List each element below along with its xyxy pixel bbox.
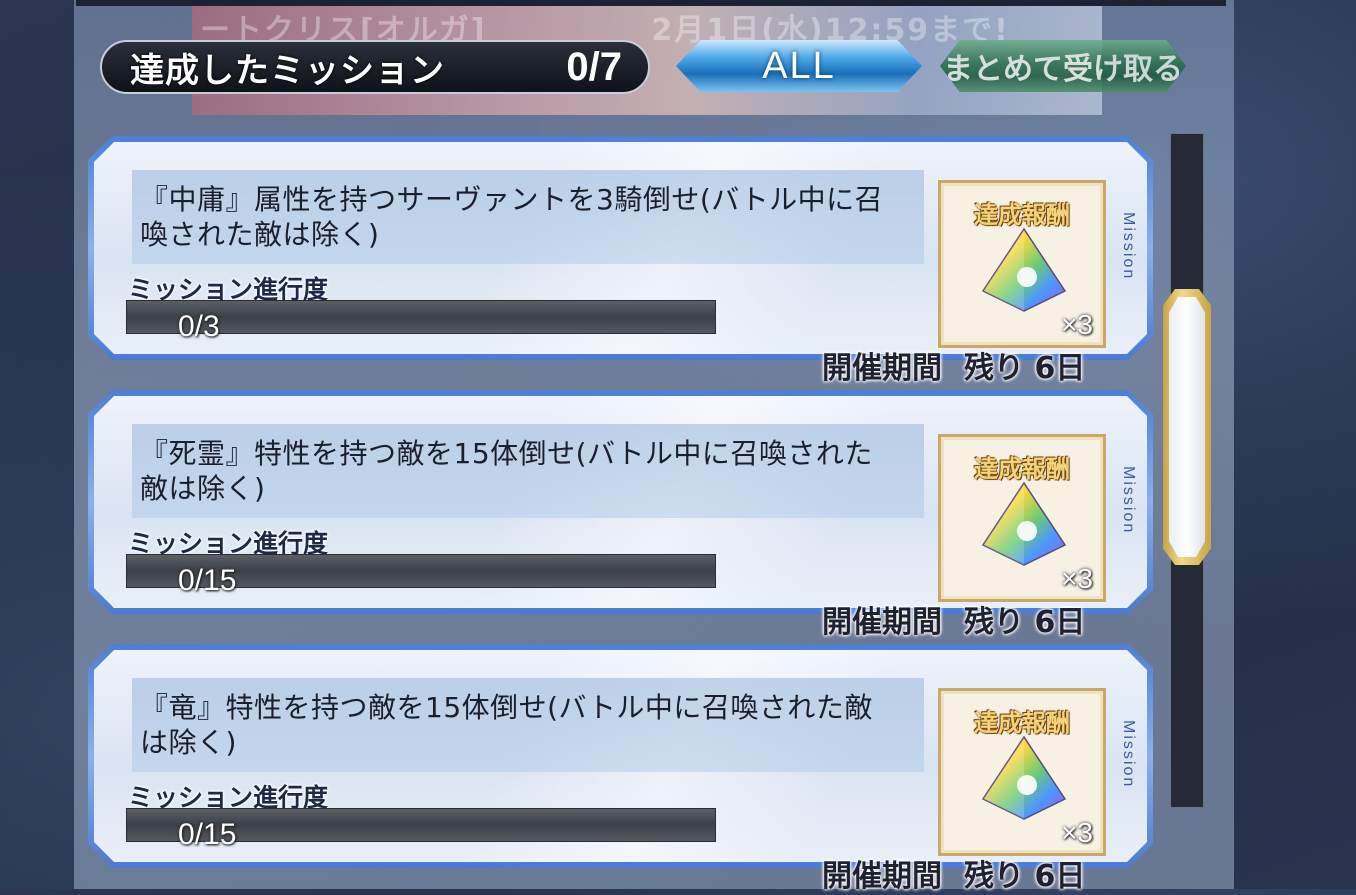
mission-card[interactable]: 『中庸』属性を持つサーヴァントを3騎倒せ(バトル中に召喚された敵は除く) ミッシ…: [88, 136, 1153, 360]
period-label: 開催期間: [822, 605, 942, 640]
mission-side-tab: Mission: [1120, 720, 1137, 789]
mission-period: 開催期間 残り 6日: [822, 851, 1085, 895]
page-dot: [700, 120, 718, 134]
receive-all-button[interactable]: まとめて受け取る: [940, 40, 1186, 92]
mission-card-body: 『死霊』特性を持つ敵を15体倒せ(バトル中に召喚された敵は除く) ミッション進行…: [94, 396, 1147, 608]
saint-quartz-icon: [981, 227, 1067, 312]
mission-card-body: 『竜』特性を持つ敵を15体倒せ(バトル中に召喚された敵は除く) ミッション進行度…: [94, 650, 1147, 862]
saint-quartz-icon: [981, 481, 1067, 566]
period-remaining: 残り 6日: [964, 351, 1086, 386]
background-banner-text: ートクリス[オルガ] 2月1日(水)12:59まで!: [200, 5, 1080, 45]
mission-progress-value: 0/3: [178, 310, 220, 343]
mission-card[interactable]: 『竜』特性を持つ敵を15体倒せ(バトル中に召喚された敵は除く) ミッション進行度…: [88, 644, 1153, 868]
mission-description: 『竜』特性を持つ敵を15体倒せ(バトル中に召喚された敵は除く): [140, 691, 873, 759]
reward-quantity: ×3: [1061, 563, 1093, 594]
reward-box[interactable]: 達成報酬 ×3: [938, 688, 1106, 856]
reward-quantity: ×3: [1061, 309, 1093, 340]
mission-progress-value: 0/15: [178, 564, 237, 597]
mission-side-tab: Mission: [1120, 212, 1137, 281]
saint-quartz-icon: [981, 735, 1067, 820]
achieved-missions-header: 達成したミッション 0/7: [100, 40, 650, 94]
page-dot: [580, 120, 598, 134]
filter-all-button[interactable]: ALL: [676, 40, 922, 92]
mission-description: 『中庸』属性を持つサーヴァントを3騎倒せ(バトル中に召喚された敵は除く): [140, 183, 884, 251]
mission-card[interactable]: 『死霊』特性を持つ敵を15体倒せ(バトル中に召喚された敵は除く) ミッション進行…: [88, 390, 1153, 614]
header-title: 達成したミッション: [130, 50, 445, 91]
page-dot: [540, 120, 558, 134]
mission-description: 『死霊』特性を持つ敵を15体倒せ(バトル中に召喚された敵は除く): [140, 437, 873, 505]
period-remaining: 残り 6日: [964, 605, 1086, 640]
header-count: 0/7: [566, 44, 622, 89]
scrollbar-thumb-face[interactable]: [1169, 297, 1205, 557]
mission-progress-value: 0/15: [178, 818, 237, 851]
page-dot: [620, 120, 638, 134]
background-top-tabs: [76, 0, 1226, 6]
mission-side-tab: Mission: [1120, 466, 1137, 535]
page-dot: [740, 120, 758, 134]
page-dot: [660, 120, 678, 134]
reward-box[interactable]: 達成報酬 ×3: [938, 434, 1106, 602]
mission-period: 開催期間 残り 6日: [822, 343, 1085, 387]
period-label: 開催期間: [822, 351, 942, 386]
banner-page-dots: [540, 120, 758, 134]
reward-quantity: ×3: [1061, 817, 1093, 848]
reward-box[interactable]: 達成報酬 ×3: [938, 180, 1106, 348]
mission-card-body: 『中庸』属性を持つサーヴァントを3騎倒せ(バトル中に召喚された敵は除く) ミッシ…: [94, 142, 1147, 354]
mission-period: 開催期間 残り 6日: [822, 597, 1085, 641]
